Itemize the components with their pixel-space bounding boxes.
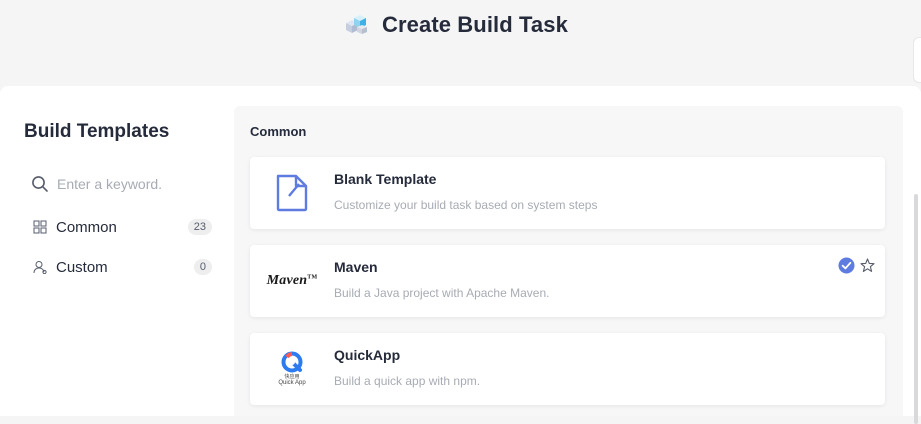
template-list: Common Blank Template Customize your bui… [234,106,903,416]
sidebar-item-label: Common [56,218,117,236]
trademark-mark: TM [307,274,318,281]
maven-logo: MavenTM [250,245,334,317]
section-title: Common [250,124,307,139]
maven-logo-text: Maven [266,273,308,288]
quickapp-logo-text-en: Quick App [278,380,306,386]
count-badge: 23 [187,219,212,235]
page-header: Create Build Task [0,0,921,86]
check-circle-icon[interactable] [838,257,855,279]
search-input[interactable] [57,176,217,192]
sidebar-item-label: Custom [56,258,108,276]
title-bar: Create Build Task [342,11,568,39]
template-name: QuickApp [334,347,401,363]
card-actions [838,257,875,279]
page-title: Create Build Task [382,12,568,37]
count-badge: 0 [193,259,212,275]
template-name: Maven [334,259,378,275]
scrollbar[interactable] [914,194,918,424]
template-card-maven[interactable]: MavenTM Maven Build a Java project with … [250,245,885,317]
blank-document-icon [250,157,334,229]
quickapp-logo: 快应用 Quick App [250,333,334,405]
main-panel: Build Templates Common 23 [0,86,921,424]
search-box[interactable] [24,168,220,200]
side-panel-edge[interactable] [913,37,921,83]
sidebar-item-common[interactable]: Common 23 [24,209,216,245]
template-name: Blank Template [334,171,437,187]
user-icon [33,260,47,274]
sidebar-title: Build Templates [24,121,170,142]
template-description: Customize your build task based on syste… [334,198,598,212]
sidebar: Build Templates Common 23 [0,86,234,416]
template-description: Build a quick app with npm. [334,374,481,388]
grid-icon [33,220,47,234]
template-description: Build a Java project with Apache Maven. [334,286,550,300]
cubes-icon [342,11,372,39]
template-card-blank[interactable]: Blank Template Customize your build task… [250,157,885,229]
star-icon[interactable] [860,258,875,278]
sidebar-item-custom[interactable]: Custom 0 [24,249,216,285]
quickapp-icon [281,351,303,373]
template-card-quickapp[interactable]: 快应用 Quick App QuickApp Build a quick app… [250,333,885,405]
search-icon [31,175,49,193]
